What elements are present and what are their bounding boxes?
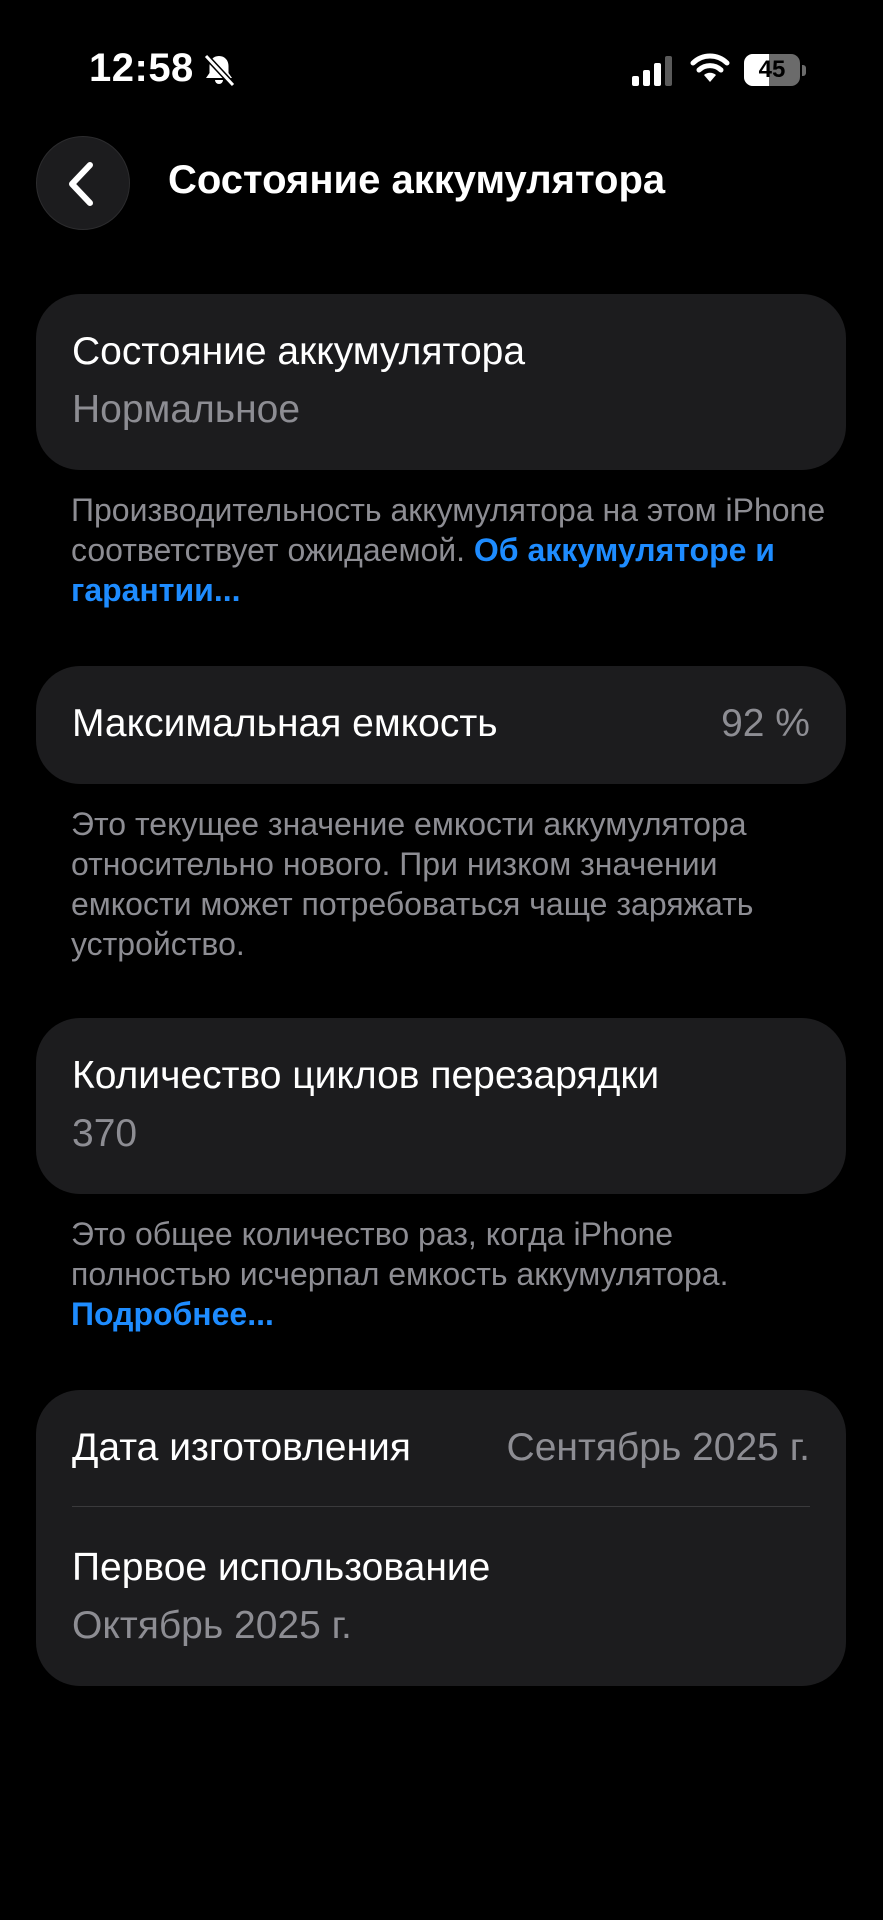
more-info-link[interactable]: Подробнее... <box>71 1296 274 1332</box>
back-button[interactable] <box>36 136 130 230</box>
battery-level: 45 <box>758 56 786 83</box>
status-bar: 12:58 45 <box>0 0 883 140</box>
maximum-capacity-footnote: Это текущее значение емкости аккумулятор… <box>71 806 754 962</box>
maximum-capacity-label: Максимальная емкость <box>72 702 498 745</box>
page-title: Состояние аккумулятора <box>168 158 666 202</box>
first-use-value: Октябрь 2025 г. <box>72 1604 352 1647</box>
cycle-count-card: Количество циклов перезарядки 370 <box>36 1018 846 1194</box>
bell-slash-icon <box>203 53 236 88</box>
battery-health-footnote: Производительность аккумулятора на этом … <box>71 490 831 610</box>
battery-health-card: Состояние аккумулятора Нормальное <box>36 294 846 470</box>
manufacture-date-value: Сентябрь 2025 г. <box>506 1426 810 1469</box>
battery-icon: 45 <box>744 54 806 86</box>
cellular-signal-icon <box>632 56 672 86</box>
first-use-label: Первое использование <box>72 1546 491 1589</box>
battery-health-title: Состояние аккумулятора <box>72 330 526 373</box>
dates-divider <box>72 1506 810 1507</box>
battery-health-value: Нормальное <box>72 388 301 431</box>
maximum-capacity-value: 92 % <box>721 702 810 745</box>
dates-card: Дата изготовления Сентябрь 2025 г. Перво… <box>36 1390 846 1686</box>
maximum-capacity-card: Максимальная емкость 92 % <box>36 666 846 784</box>
cycle-count-footnote-text: Это общее количество раз, когда iPhone п… <box>71 1216 729 1292</box>
chevron-left-icon <box>69 162 93 206</box>
wifi-icon <box>690 53 730 82</box>
cycle-count-footnote: Это общее количество раз, когда iPhone п… <box>71 1214 831 1334</box>
cycle-count-value: 370 <box>72 1112 138 1155</box>
cycle-count-label: Количество циклов перезарядки <box>72 1054 660 1097</box>
status-time: 12:58 <box>89 46 194 90</box>
manufacture-date-label: Дата изготовления <box>72 1426 411 1469</box>
